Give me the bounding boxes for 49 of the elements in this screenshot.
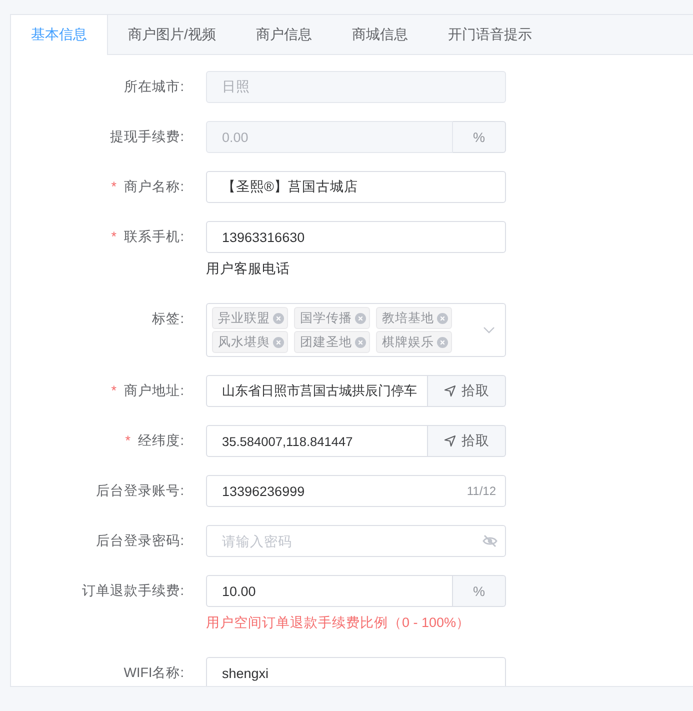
tag: 棋牌娱乐 bbox=[376, 331, 452, 353]
unit-addon: % bbox=[453, 575, 506, 607]
navigation-arrow-icon bbox=[444, 435, 456, 447]
tag: 异业联盟 bbox=[212, 307, 288, 329]
input-field[interactable]: 10.00 bbox=[206, 575, 453, 607]
required-mark: * bbox=[111, 229, 116, 244]
close-icon[interactable] bbox=[355, 312, 366, 324]
field-label: 提现手续费: bbox=[110, 129, 184, 144]
close-icon[interactable] bbox=[355, 336, 366, 348]
field-label: 标签: bbox=[152, 311, 184, 326]
chevron-down-icon bbox=[483, 326, 495, 334]
input-field[interactable]: shengxi bbox=[206, 657, 506, 686]
tab[interactable]: 商户信息 bbox=[236, 15, 332, 55]
field-label: 所在城市: bbox=[124, 79, 184, 94]
input-field[interactable]: 13963316630 bbox=[206, 221, 506, 253]
close-icon[interactable] bbox=[273, 336, 284, 348]
hint-text: 用户客服电话 bbox=[206, 260, 291, 278]
tag: 教培基地 bbox=[376, 307, 452, 329]
required-mark: * bbox=[111, 179, 116, 194]
field-label: 联系手机: bbox=[124, 229, 184, 244]
tab[interactable]: 商户图片/视频 bbox=[108, 15, 236, 55]
unit-addon: % bbox=[453, 121, 506, 153]
required-mark: * bbox=[125, 433, 130, 448]
field-label: 商户地址: bbox=[124, 383, 184, 398]
pick-button[interactable]: 拾取 bbox=[428, 425, 506, 457]
field-label: 后台登录账号: bbox=[96, 483, 184, 498]
tab[interactable]: 开门语音提示 bbox=[428, 15, 552, 55]
close-icon[interactable] bbox=[437, 312, 448, 324]
close-icon[interactable] bbox=[273, 312, 284, 324]
field-label: WIFI名称: bbox=[124, 665, 184, 680]
field-label: 商户名称: bbox=[124, 179, 184, 194]
pick-button[interactable]: 拾取 bbox=[428, 375, 506, 407]
input-field[interactable]: 山东省日照市莒国古城拱辰门停车 bbox=[206, 375, 428, 407]
input-field[interactable]: 【圣熙®】莒国古城店 bbox=[206, 171, 506, 203]
eye-slash-icon[interactable] bbox=[482, 533, 498, 549]
tag: 风水堪舆 bbox=[212, 331, 288, 353]
character-counter: 11/12 bbox=[466, 484, 496, 498]
input-field[interactable]: 35.584007,118.841447 bbox=[206, 425, 428, 457]
required-mark: * bbox=[111, 383, 116, 398]
tag: 团建圣地 bbox=[294, 331, 370, 353]
password-field[interactable]: 请输入密码 bbox=[206, 525, 506, 557]
field-label: 后台登录密码: bbox=[96, 533, 184, 548]
field-label: 订单退款手续费: bbox=[82, 583, 184, 598]
close-icon[interactable] bbox=[437, 336, 448, 348]
tab[interactable]: 商城信息 bbox=[332, 15, 428, 55]
hint-text: 用户空间订单退款手续费比例（0 - 100%） bbox=[206, 614, 472, 632]
navigation-arrow-icon bbox=[444, 385, 456, 397]
field-label: 经纬度: bbox=[138, 433, 184, 448]
tag: 国学传播 bbox=[294, 307, 370, 329]
